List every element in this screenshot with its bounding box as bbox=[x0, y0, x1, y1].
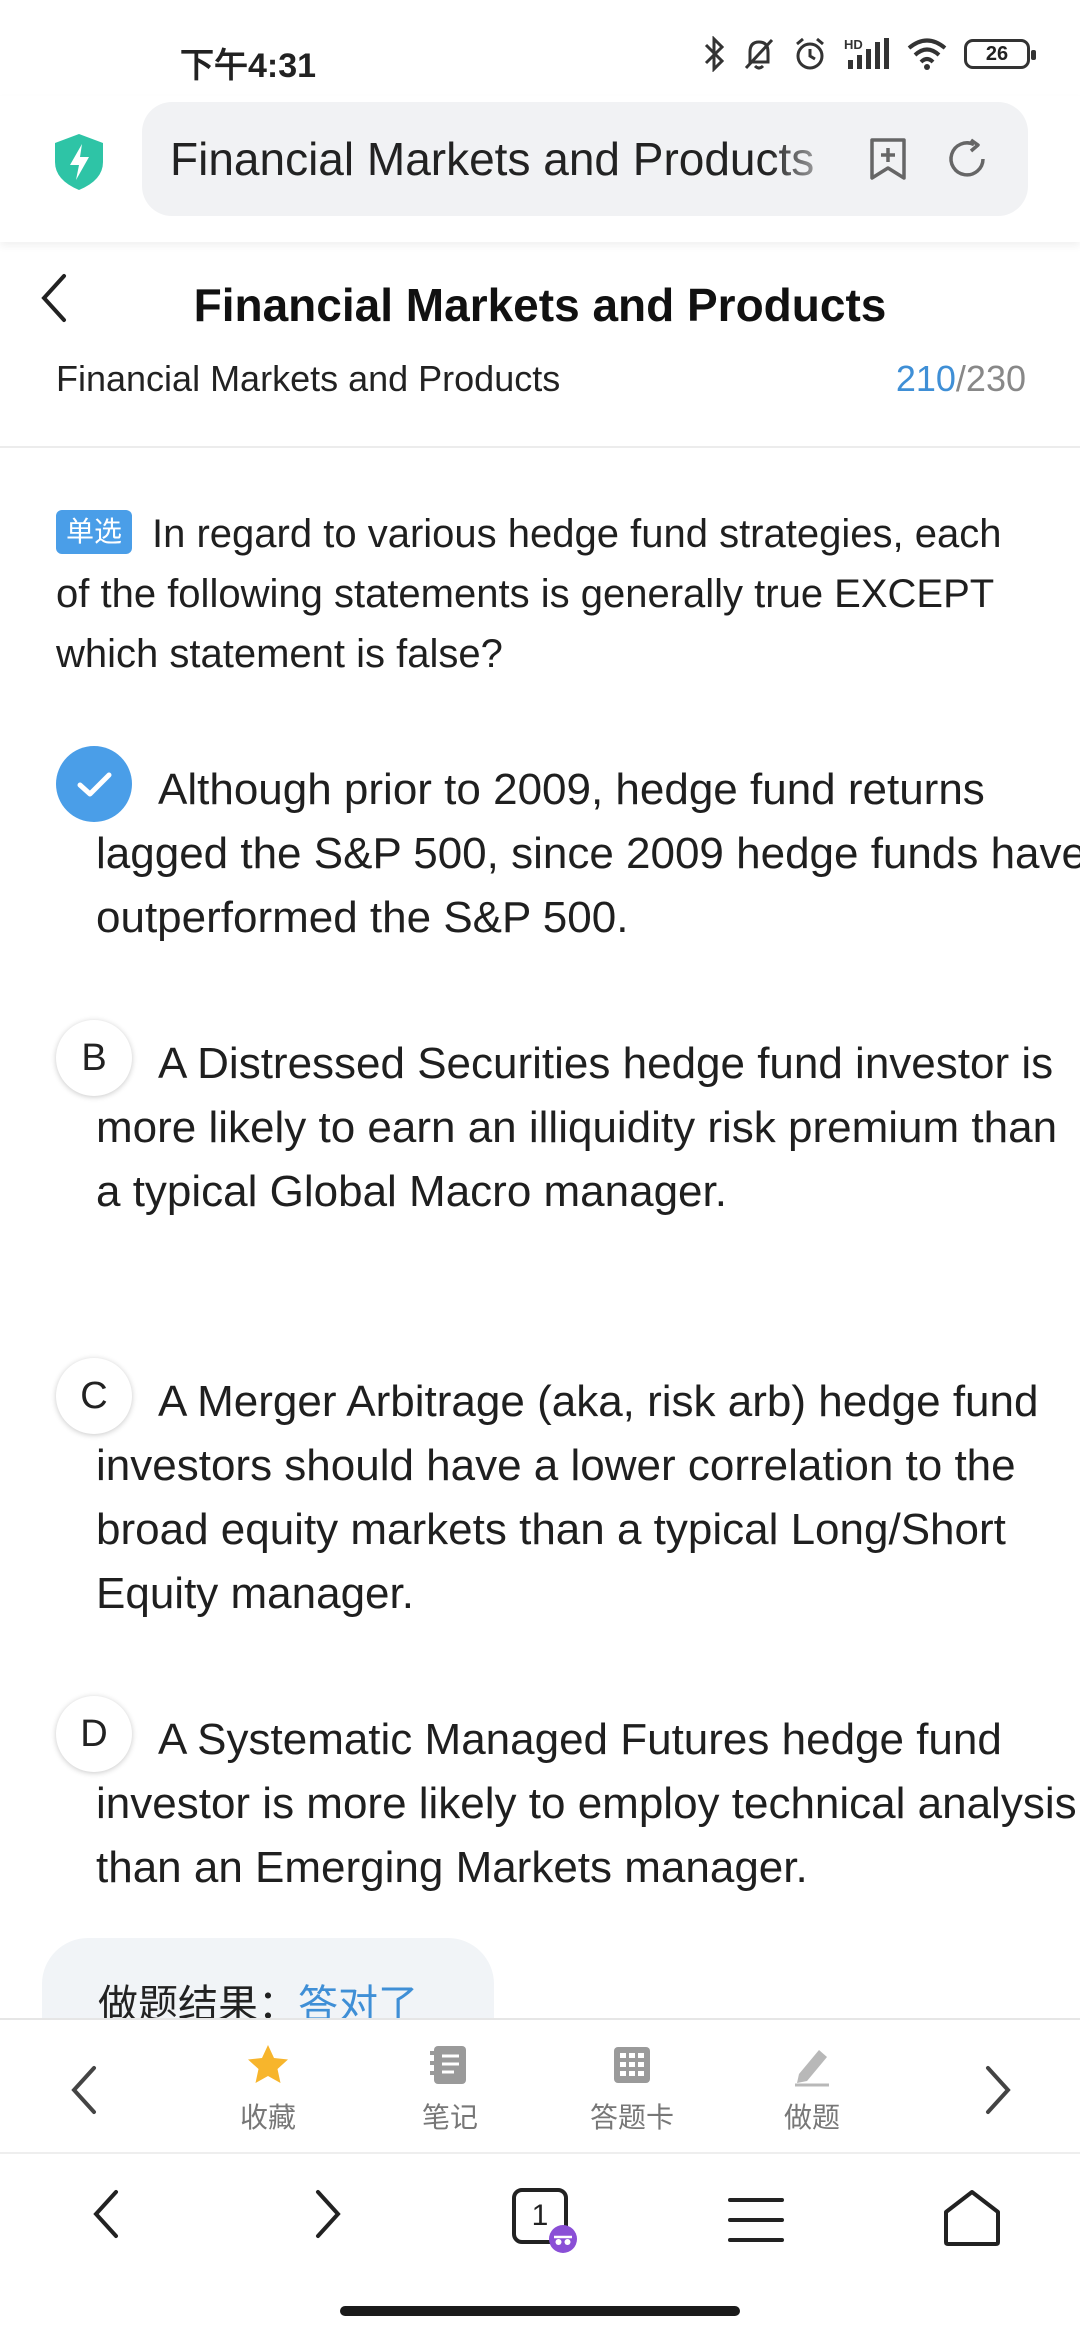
refresh-icon[interactable] bbox=[944, 136, 990, 182]
previous-question-icon[interactable] bbox=[62, 2062, 106, 2118]
add-bookmark-icon[interactable] bbox=[866, 136, 910, 182]
question-text: In regard to various hedge fund strategi… bbox=[56, 512, 1002, 676]
tab-count: 1 bbox=[531, 2199, 549, 2232]
bell-muted-icon bbox=[744, 38, 774, 70]
chapter-subtitle: Financial Markets and Products bbox=[56, 358, 561, 399]
pencil-icon bbox=[795, 2050, 829, 2087]
url-text[interactable]: Financial Markets and Products bbox=[170, 132, 850, 186]
home-icon[interactable] bbox=[940, 2186, 1004, 2248]
battery-level: 26 bbox=[985, 43, 1009, 65]
favorite-button[interactable]: 收藏 bbox=[208, 2042, 328, 2136]
svg-text:HD: HD bbox=[844, 37, 863, 52]
answer-grid-icon bbox=[614, 2047, 650, 2083]
browser-address-bar: Financial Markets and Products bbox=[0, 96, 1080, 242]
bluetooth-icon bbox=[704, 36, 725, 72]
favorite-label: 收藏 bbox=[239, 2102, 296, 2133]
status-time: 下午4:31 bbox=[180, 47, 317, 85]
back-arrow-icon[interactable] bbox=[34, 270, 74, 326]
url-field[interactable]: Financial Markets and Products bbox=[142, 102, 1028, 216]
wifi-icon bbox=[907, 38, 947, 70]
next-question-icon[interactable] bbox=[976, 2062, 1020, 2118]
question-type-tag: 单选 bbox=[56, 510, 133, 554]
progress-total: 230 bbox=[965, 358, 1026, 399]
alarm-icon bbox=[796, 37, 824, 70]
question-progress: 210/230 bbox=[896, 358, 1026, 400]
home-indicator[interactable] bbox=[340, 2306, 740, 2316]
notes-button[interactable]: 笔记 bbox=[390, 2042, 510, 2136]
status-bar: 下午4:31 HD 26 bbox=[0, 0, 1080, 96]
question-toolbar: 收藏 笔记 答题卡 做题 bbox=[0, 2018, 1080, 2152]
answer-result: 做题结果：答对了 bbox=[42, 1938, 494, 2028]
practice-button[interactable]: 做题 bbox=[752, 2042, 872, 2136]
browser-back-icon[interactable] bbox=[84, 2184, 128, 2244]
hd-signal-icon: HD bbox=[844, 37, 889, 69]
option-b-text[interactable]: A Distressed Securities hedge fund inves… bbox=[96, 1032, 1080, 1224]
answer-card-button[interactable]: 答题卡 bbox=[572, 2042, 692, 2136]
answer-card-label: 答题卡 bbox=[589, 2102, 674, 2133]
progress-current: 210 bbox=[895, 358, 956, 399]
notes-label: 笔记 bbox=[421, 2102, 478, 2133]
tabs-button[interactable]: 1 bbox=[512, 2188, 577, 2253]
option-c-text[interactable]: A Merger Arbitrage (aka, risk arb) hedge… bbox=[96, 1370, 1080, 1626]
option-a-text[interactable]: Although prior to 2009, hedge fund retur… bbox=[96, 758, 1080, 950]
page-title: Financial Markets and Products bbox=[193, 279, 887, 331]
battery-icon: 26 bbox=[964, 39, 1036, 69]
progress-separator: / bbox=[955, 358, 966, 399]
menu-icon[interactable] bbox=[728, 2194, 784, 2246]
practice-label: 做题 bbox=[783, 2102, 840, 2133]
browser-forward-icon[interactable] bbox=[306, 2184, 350, 2244]
option-d-text[interactable]: A Systematic Managed Futures hedge fund … bbox=[96, 1708, 1080, 1900]
status-icons: HD 26 bbox=[702, 36, 1036, 72]
star-icon bbox=[248, 2045, 288, 2083]
shield-icon[interactable] bbox=[52, 132, 106, 192]
question-stem: 单选 In regard to various hedge fund strate… bbox=[56, 504, 1024, 684]
incognito-badge-icon bbox=[549, 2225, 577, 2253]
header-divider bbox=[0, 446, 1080, 448]
notebook-icon bbox=[430, 2046, 466, 2084]
